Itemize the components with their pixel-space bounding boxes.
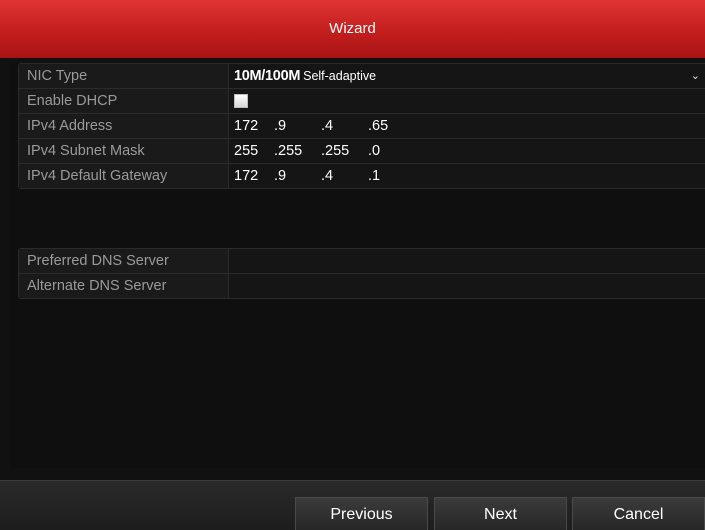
ipv4-address-octet-1[interactable]: 172 xyxy=(234,114,274,138)
preferred-dns-input[interactable] xyxy=(229,249,705,273)
network-settings-group: NIC Type 10M/100M Self-adaptive ⌄ Enable … xyxy=(18,63,705,189)
subnet-mask-input[interactable]: 255.255.255.0 xyxy=(229,139,705,163)
enable-dhcp-checkbox[interactable] xyxy=(234,94,248,108)
enable-dhcp-cell xyxy=(229,89,705,113)
default-gateway-input[interactable]: 172.9.4.1 xyxy=(229,164,705,188)
row-nic-type: NIC Type 10M/100M Self-adaptive ⌄ xyxy=(19,64,705,89)
nic-type-select[interactable]: 10M/100M Self-adaptive ⌄ xyxy=(229,64,705,88)
dns-settings-group: Preferred DNS Server Alternate DNS Serve… xyxy=(18,248,705,299)
network-settings-panel: NIC Type 10M/100M Self-adaptive ⌄ Enable … xyxy=(10,63,705,468)
ipv4-address-input[interactable]: 172.9.4.65 xyxy=(229,114,705,138)
default-gateway-octet-2[interactable]: .9 xyxy=(274,164,321,188)
nic-type-value-light: Self-adaptive xyxy=(303,69,377,83)
preferred-dns-label: Preferred DNS Server xyxy=(19,249,229,273)
row-alternate-dns: Alternate DNS Server xyxy=(19,274,705,298)
subnet-mask-octet-4[interactable]: .0 xyxy=(368,139,380,163)
ipv4-address-octet-2[interactable]: .9 xyxy=(274,114,321,138)
row-default-gateway: IPv4 Default Gateway 172.9.4.1 xyxy=(19,164,705,188)
subnet-mask-label: IPv4 Subnet Mask xyxy=(19,139,229,163)
ipv4-address-octet-3[interactable]: .4 xyxy=(321,114,368,138)
row-enable-dhcp: Enable DHCP xyxy=(19,89,705,114)
default-gateway-octet-4[interactable]: .1 xyxy=(368,164,380,188)
subnet-mask-octet-3[interactable]: .255 xyxy=(321,139,368,163)
cancel-button[interactable]: Cancel xyxy=(572,497,705,530)
default-gateway-label: IPv4 Default Gateway xyxy=(19,164,229,188)
next-button[interactable]: Next xyxy=(434,497,567,530)
subnet-mask-octet-2[interactable]: .255 xyxy=(274,139,321,163)
default-gateway-octet-1[interactable]: 172 xyxy=(234,164,274,188)
nic-type-value-bold: 10M/100M xyxy=(234,68,301,84)
chevron-down-icon: ⌄ xyxy=(690,70,700,82)
window-title: Wizard xyxy=(0,0,705,58)
row-ipv4-address: IPv4 Address 172.9.4.65 xyxy=(19,114,705,139)
row-preferred-dns: Preferred DNS Server xyxy=(19,249,705,274)
wizard-window: Wizard NIC Type 10M/100M Self-adaptive ⌄ … xyxy=(0,0,705,530)
enable-dhcp-label: Enable DHCP xyxy=(19,89,229,113)
previous-button[interactable]: Previous xyxy=(295,497,428,530)
row-subnet-mask: IPv4 Subnet Mask 255.255.255.0 xyxy=(19,139,705,164)
alternate-dns-label: Alternate DNS Server xyxy=(19,274,229,298)
default-gateway-octet-3[interactable]: .4 xyxy=(321,164,368,188)
footer-bar: Previous Next Cancel xyxy=(0,480,705,530)
subnet-mask-octet-1[interactable]: 255 xyxy=(234,139,274,163)
ipv4-address-octet-4[interactable]: .65 xyxy=(368,114,388,138)
alternate-dns-input[interactable] xyxy=(229,274,705,298)
ipv4-address-label: IPv4 Address xyxy=(19,114,229,138)
nic-type-label: NIC Type xyxy=(19,64,229,88)
